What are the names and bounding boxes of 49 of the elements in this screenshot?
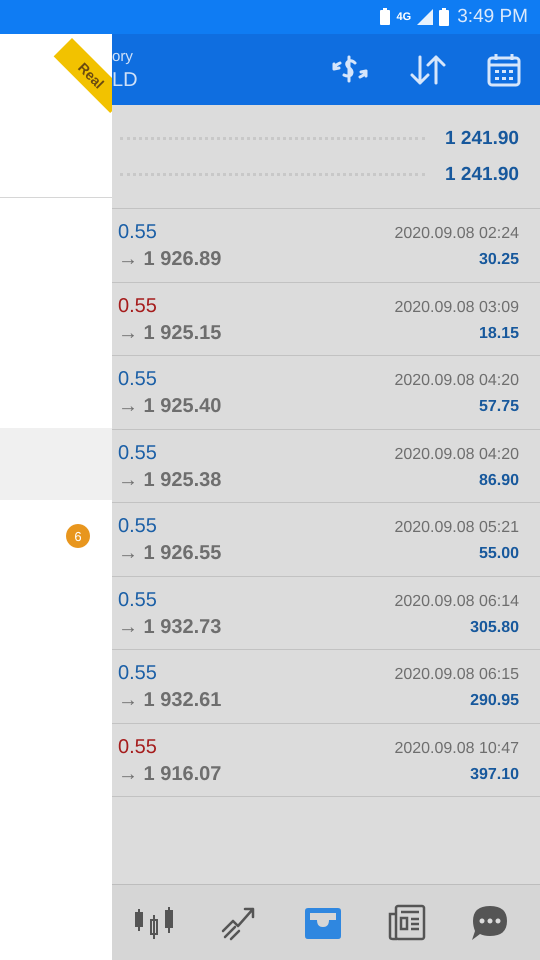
sort-icon[interactable] [408, 52, 448, 86]
calendar-icon[interactable] [486, 52, 522, 88]
profit-value: 55.00 [478, 545, 519, 563]
profit-value: 18.15 [478, 324, 519, 342]
clock: 3:49 PM [457, 6, 528, 28]
profit-value: 397.10 [470, 766, 519, 784]
nav-tab[interactable] [134, 904, 176, 940]
price-change: → 1 916.07 [118, 762, 222, 786]
candlestick-icon [134, 904, 176, 940]
lot-size: 0.55 [118, 588, 158, 612]
trade-time: 2020.09.08 10:47 [394, 740, 519, 758]
header-title: ory [112, 48, 134, 64]
trade-time: 2020.09.08 04:20 [394, 446, 519, 464]
lot-size: 0.55 [118, 515, 158, 538]
profit-value: 30.25 [478, 251, 519, 269]
nav-tab[interactable] [386, 904, 427, 942]
price-change: → 1 925.40 [118, 395, 222, 418]
profit-value: 57.75 [478, 398, 519, 416]
menu-item[interactable]: 6 [0, 500, 112, 572]
profit-value: 86.90 [478, 472, 519, 490]
signal-icon [417, 9, 434, 25]
lot-size: 0.55 [118, 368, 158, 391]
trade-time: 2020.09.08 05:21 [394, 519, 519, 537]
trade-time: 2020.09.08 04:20 [394, 372, 519, 390]
price-change: → 1 925.15 [118, 322, 222, 344]
lot-size: 0.55 [118, 442, 158, 464]
trade-time: 2020.09.08 03:09 [394, 298, 519, 316]
price-change: → 1 932.61 [118, 689, 222, 712]
summary-value: 1 241.90 [445, 164, 519, 186]
lot-size: 0.55 [118, 736, 158, 758]
profit-value: 290.95 [470, 692, 519, 710]
trade-time: 2020.09.08 06:14 [394, 592, 519, 610]
newspaper-icon [386, 904, 427, 942]
lot-size: 0.55 [118, 221, 158, 244]
price-change: → 1 925.38 [118, 468, 222, 492]
price-change: → 1 932.73 [118, 616, 222, 638]
battery-icon [439, 8, 450, 26]
count-badge: 6 [66, 524, 90, 548]
lot-size: 0.55 [118, 294, 158, 318]
battery-saver-icon [378, 8, 391, 26]
trade-time: 2020.09.08 06:15 [394, 666, 519, 684]
summary-value: 1 241.90 [445, 128, 519, 150]
network-type: 4G [396, 11, 412, 23]
header-subtitle: LD [112, 68, 139, 92]
price-change: → 1 926.55 [118, 542, 222, 565]
trade-time: 2020.09.08 02:24 [394, 225, 519, 243]
price-change: → 1 926.89 [118, 248, 222, 271]
lot-size: 0.55 [118, 662, 158, 685]
profit-value: 305.80 [470, 618, 519, 636]
